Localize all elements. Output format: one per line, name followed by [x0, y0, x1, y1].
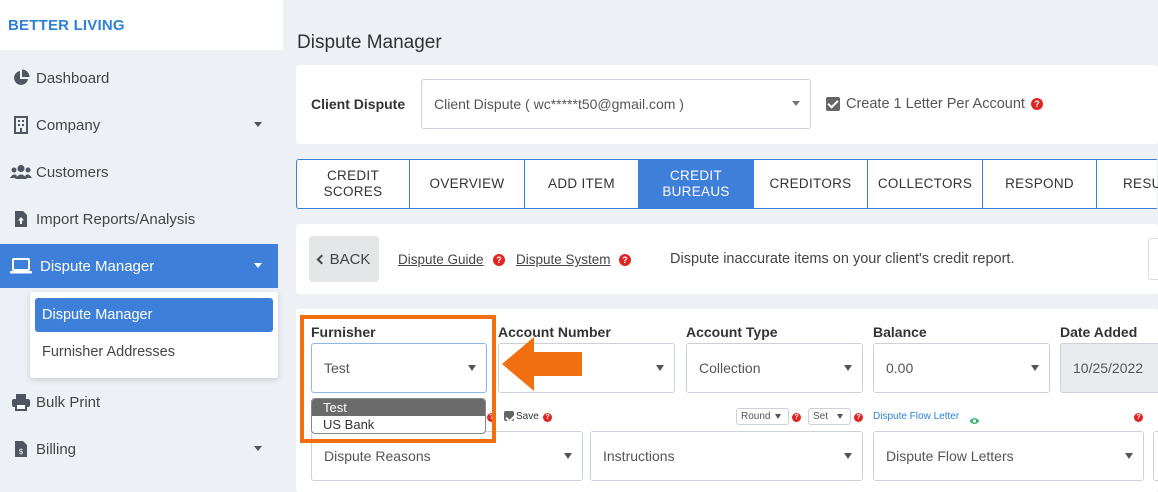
help-icon[interactable]: ? — [1134, 413, 1143, 422]
help-icon[interactable]: ? — [493, 254, 505, 266]
sidebar-item-label: Billing — [36, 440, 77, 458]
pie-chart-icon — [10, 68, 32, 88]
chevron-down-icon — [775, 413, 781, 419]
sidebar-item-company[interactable]: Company — [0, 103, 278, 147]
eye-icon[interactable] — [969, 412, 980, 430]
tab-credit-scores[interactable]: CREDIT SCORES — [296, 159, 410, 209]
sidebar-item-label: Customers — [36, 163, 109, 181]
building-icon — [10, 115, 32, 135]
dispute-tabs: CREDIT SCORES OVERVIEW ADD ITEM CREDIT B… — [296, 159, 1158, 209]
round-select[interactable]: Round — [736, 408, 789, 425]
save-label: Save — [516, 411, 539, 422]
balance-label: Balance — [873, 324, 927, 340]
account-type-label: Account Type — [686, 324, 778, 340]
tab-credit-bureaus[interactable]: CREDIT BUREAUS — [639, 159, 754, 209]
dispute-reasons-value: Dispute Reasons — [324, 448, 431, 464]
sidebar-item-dashboard[interactable]: Dashboard — [0, 56, 278, 100]
date-added-field[interactable]: 10/25/2022 — [1060, 343, 1158, 393]
sidebar-item-label: Bulk Print — [36, 393, 101, 411]
annotation-arrow-icon — [502, 337, 582, 391]
client-dispute-value: Client Dispute ( wc*****t50@gmail.com ) — [434, 96, 684, 112]
printer-icon — [10, 392, 32, 412]
help-icon[interactable]: ? — [854, 413, 863, 422]
sidebar-item-label: Company — [36, 116, 101, 134]
sidebar-item-import-reports[interactable]: Import Reports/Analysis — [0, 197, 278, 241]
tab-add-item[interactable]: ADD ITEM — [525, 159, 639, 209]
chevron-down-icon — [792, 101, 800, 106]
dispute-toolbar-card: BACK Dispute Guide ? Dispute System ? Di… — [296, 224, 1158, 294]
submenu-item-furnisher-addresses[interactable]: Furnisher Addresses — [35, 335, 273, 369]
chevron-down-icon — [844, 365, 852, 371]
client-dispute-label: Client Dispute — [311, 96, 406, 112]
create-letter-option: Create 1 Letter Per Account ? — [826, 96, 1043, 112]
back-button-label: BACK — [329, 250, 371, 268]
help-icon[interactable]: ? — [792, 413, 801, 422]
invoice-icon: $ — [10, 439, 32, 459]
date-added-label: Date Added — [1060, 324, 1138, 340]
create-letter-checkbox[interactable] — [826, 97, 840, 111]
chevron-down-icon — [1031, 365, 1039, 371]
dispute-guide-link[interactable]: Dispute Guide — [398, 252, 484, 267]
create-letter-label: Create 1 Letter Per Account — [846, 96, 1025, 112]
chevron-down-icon — [844, 453, 852, 459]
tab-overview[interactable]: OVERVIEW — [410, 159, 525, 209]
page-title: Dispute Manager — [297, 32, 442, 53]
sidebar-item-customers[interactable]: Customers — [0, 150, 278, 194]
dispute-flow-letters-select[interactable]: Dispute Flow Letters — [873, 431, 1144, 481]
client-dispute-select[interactable]: Client Dispute ( wc*****t50@gmail.com ) — [421, 79, 811, 129]
balance-select[interactable]: 0.00 — [873, 343, 1050, 393]
account-type-value: Collection — [699, 360, 761, 376]
tab-results[interactable]: RESU — [1097, 159, 1158, 209]
chevron-down-icon — [564, 453, 572, 459]
file-upload-icon — [10, 209, 32, 229]
chevron-down-icon — [254, 263, 262, 268]
dispute-system-link[interactable]: Dispute System — [516, 252, 611, 267]
tab-creditors[interactable]: CREDITORS — [754, 159, 868, 209]
client-dispute-card: Client Dispute Client Dispute ( wc*****t… — [296, 65, 1158, 144]
help-icon[interactable]: ? — [543, 413, 552, 422]
chevron-down-icon — [254, 122, 262, 127]
chevron-down-icon — [1125, 453, 1133, 459]
overflow-field[interactable] — [1153, 431, 1158, 481]
sidebar-item-billing[interactable]: $ Billing — [0, 427, 278, 471]
brand-logo[interactable]: BETTER LIVING — [0, 0, 283, 50]
tab-respond[interactable]: RESPOND — [983, 159, 1097, 209]
help-icon[interactable]: ? — [619, 254, 631, 266]
dispute-flow-letter-link[interactable]: Dispute Flow Letter — [873, 411, 959, 422]
account-type-select[interactable]: Collection — [686, 343, 863, 393]
back-button[interactable]: BACK — [309, 236, 379, 282]
instructions-select[interactable]: Instructions — [590, 431, 863, 481]
sidebar: BETTER LIVING Dashboard Company Customer… — [0, 0, 283, 492]
toolbar-overflow-button[interactable] — [1148, 238, 1158, 280]
sidebar-item-label: Dashboard — [36, 69, 110, 87]
sidebar-item-label: Import Reports/Analysis — [36, 210, 196, 228]
sidebar-item-bulk-print[interactable]: Bulk Print — [0, 380, 278, 424]
instructions-value: Instructions — [603, 448, 675, 464]
chevron-down-icon — [656, 365, 664, 371]
dispute-form-card: Furnisher Account Number Account Type Ba… — [296, 309, 1158, 492]
tab-collectors[interactable]: COLLECTORS — [868, 159, 983, 209]
balance-value: 0.00 — [886, 360, 914, 376]
chevron-down-icon — [254, 446, 262, 451]
set-select[interactable]: Set — [808, 408, 851, 425]
svg-text:$: $ — [18, 447, 23, 456]
dispute-manager-submenu: Dispute Manager Furnisher Addresses — [30, 292, 278, 378]
sidebar-item-label: Dispute Manager — [40, 257, 155, 275]
sidebar-item-dispute-manager[interactable]: Dispute Manager — [0, 244, 278, 288]
help-icon[interactable]: ? — [1030, 98, 1043, 110]
chevron-down-icon — [837, 413, 843, 419]
submenu-item-dispute-manager[interactable]: Dispute Manager — [35, 298, 273, 332]
users-icon — [10, 162, 32, 182]
laptop-icon — [10, 256, 32, 276]
chevron-left-icon — [316, 254, 327, 264]
main-content: Dispute Manager Client Dispute Client Di… — [283, 0, 1158, 492]
dispute-flow-letters-value: Dispute Flow Letters — [886, 448, 1014, 464]
annotation-highlight-box — [300, 315, 496, 443]
dispute-description: Dispute inaccurate items on your client'… — [670, 251, 1015, 267]
date-added-value: 10/25/2022 — [1073, 360, 1144, 376]
save-checkbox[interactable] — [504, 411, 514, 421]
